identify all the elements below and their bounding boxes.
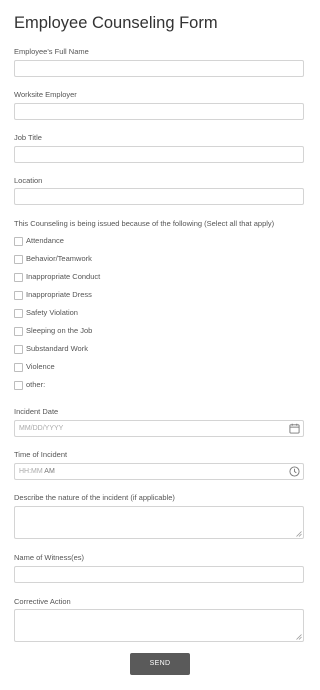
date-placeholder: MM/DD/YYYY	[19, 425, 64, 432]
form-title: Employee Counseling Form	[14, 14, 218, 32]
send-button[interactable]: SEND	[130, 653, 190, 675]
incident-time-label: Time of Incident	[14, 450, 68, 459]
checkbox[interactable]	[14, 327, 23, 336]
full-name-label: Employee's Full Name	[14, 47, 89, 56]
job-title-input[interactable]	[14, 146, 304, 163]
time-placeholder: HH:MM AM	[19, 468, 55, 475]
full-name-input[interactable]	[14, 60, 304, 77]
checkbox[interactable]	[14, 309, 23, 318]
worksite-employer-input[interactable]	[14, 103, 304, 120]
resize-handle-icon[interactable]	[296, 634, 302, 640]
incident-description-textarea[interactable]	[14, 506, 304, 539]
checkbox[interactable]	[14, 237, 23, 246]
reason-option-label: Inappropriate Dress	[26, 290, 92, 299]
clock-icon[interactable]	[289, 466, 300, 477]
reason-option-label: Behavior/Teamwork	[26, 254, 92, 263]
time-placeholder-hhmm: HH:MM	[19, 468, 43, 475]
incident-date-input[interactable]: MM/DD/YYYY	[14, 420, 304, 437]
location-label: Location	[14, 176, 43, 185]
incident-date-label: Incident Date	[14, 407, 59, 416]
reasons-label: This Counseling is being issued because …	[14, 219, 275, 228]
location-input[interactable]	[14, 188, 304, 205]
resize-handle-icon[interactable]	[296, 531, 302, 537]
reason-option-label: other:	[26, 380, 46, 389]
corrective-action-label: Corrective Action	[14, 597, 71, 606]
worksite-employer-label: Worksite Employer	[14, 90, 77, 99]
checkbox[interactable]	[14, 255, 23, 264]
witnesses-label: Name of Witness(es)	[14, 553, 85, 562]
checkbox[interactable]	[14, 291, 23, 300]
incident-description-label: Describe the nature of the incident (if …	[14, 493, 175, 502]
reason-option-label: Substandard Work	[26, 344, 88, 353]
reason-option-label: Violence	[26, 362, 55, 371]
reason-option-label: Sleeping on the Job	[26, 326, 93, 335]
checkbox[interactable]	[14, 273, 23, 282]
witnesses-input[interactable]	[14, 566, 304, 583]
calendar-icon[interactable]	[289, 423, 300, 434]
checkbox[interactable]	[14, 381, 23, 390]
checkbox[interactable]	[14, 345, 23, 354]
incident-time-input[interactable]: HH:MM AM	[14, 463, 304, 480]
reason-option-label: Attendance	[26, 236, 64, 245]
checkbox[interactable]	[14, 363, 23, 372]
reason-option-label: Safety Violation	[26, 308, 78, 317]
corrective-action-textarea[interactable]	[14, 609, 304, 642]
ampm-value[interactable]: AM	[44, 468, 55, 475]
reason-option-label: Inappropriate Conduct	[26, 272, 101, 281]
job-title-label: Job Title	[14, 133, 42, 142]
